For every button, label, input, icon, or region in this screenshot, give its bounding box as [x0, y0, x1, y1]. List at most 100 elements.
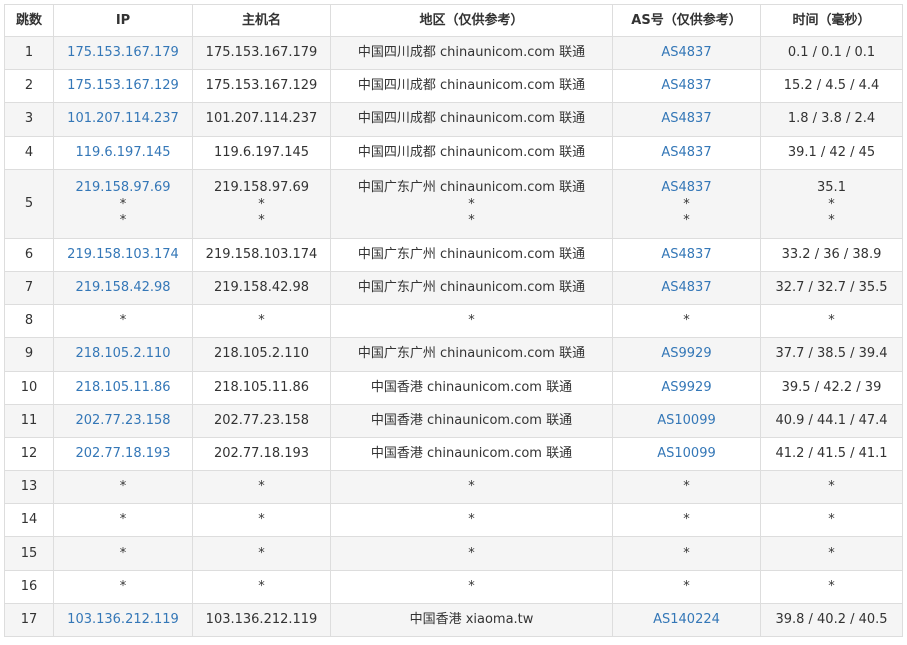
cell-region: 中国四川成都 chinaunicom.com 联通 [330, 35, 613, 71]
hostname-cell: 103.136.212.119 [205, 611, 318, 627]
hop-cell: 2 [24, 78, 34, 94]
header-ip: IP [53, 4, 193, 37]
cell-hop: 14 [4, 503, 54, 538]
cell-hop: 9 [4, 337, 54, 372]
cell-hop: 12 [4, 436, 54, 472]
cell-time: * [760, 536, 903, 571]
ip-link[interactable]: 119.6.197.145 [58, 145, 188, 161]
hop-cell: 1 [24, 45, 34, 61]
empty-hop-marker: * [119, 313, 127, 329]
hop-cell: 15 [20, 545, 38, 561]
region-cell: 中国四川成都 chinaunicom.com 联通 [357, 144, 586, 160]
empty-hop-marker: * [683, 479, 690, 495]
cell-asn: AS10099 [612, 436, 761, 472]
cell-time: 33.2 / 36 / 38.9 [760, 237, 903, 272]
time-cell: 40.9 / 44.1 / 47.4 [775, 412, 888, 428]
header-asn: AS号（仅供参考） [612, 4, 761, 37]
cell-ip: 119.6.197.145 [53, 135, 193, 170]
asn-link[interactable]: AS4837 [617, 145, 756, 161]
empty-hop-marker: * [468, 545, 475, 561]
region-cell: 中国香港 xiaoma.tw [409, 611, 534, 627]
asn-link[interactable]: AS4837 [617, 180, 756, 196]
empty-hop-marker: * [258, 313, 265, 329]
cell-region: * [330, 304, 613, 339]
region-cell: 中国香港 chinaunicom.com 联通 [370, 379, 573, 395]
ip-link[interactable]: 218.105.2.110 [58, 346, 188, 362]
asn-link[interactable]: AS4837 [617, 247, 756, 263]
cell-region: 中国香港 chinaunicom.com 联通 [330, 403, 613, 438]
time-cell: 1.8 / 3.8 / 2.4 [787, 111, 876, 127]
hostname-cell: 219.158.97.69 [213, 179, 310, 195]
asn-link[interactable]: AS4837 [617, 78, 756, 94]
ip-link[interactable]: 103.136.212.119 [58, 612, 188, 628]
hop-cell: 14 [20, 512, 38, 528]
asn-link[interactable]: AS10099 [617, 413, 756, 429]
table-row: 12 202.77.18.193 202.77.18.193 中国香港 chinaun… [4, 436, 903, 472]
hostname-cell: 119.6.197.145 [213, 144, 310, 160]
cell-asn: AS9929 [612, 370, 761, 405]
hostname-cell: 219.158.103.174 [205, 246, 318, 262]
asn-link[interactable]: AS9929 [617, 380, 756, 396]
empty-hop-marker: * [468, 313, 475, 329]
cell-ip: 218.105.11.86 [53, 370, 193, 405]
hostname-cell: 202.77.23.158 [213, 412, 310, 428]
ip-link[interactable]: 219.158.103.174 [58, 247, 188, 263]
cell-time: 0.1 / 0.1 / 0.1 [760, 35, 903, 71]
ip-link[interactable]: 101.207.114.237 [58, 111, 188, 127]
cell-time: 39.1 / 42 / 45 [760, 135, 903, 170]
cell-hop: 7 [4, 270, 54, 306]
timeout-marker: * [258, 196, 265, 212]
empty-hop-marker: * [683, 512, 690, 528]
hop-cell: 7 [24, 280, 34, 296]
cell-ip: 202.77.18.193 [53, 436, 193, 472]
cell-hop: 10 [4, 370, 54, 405]
cell-region: 中国广东广州 chinaunicom.com 联通 [330, 237, 613, 272]
table-row: 8 * * * * * [4, 304, 903, 339]
cell-hop: 5 [4, 168, 54, 239]
cell-region: 中国四川成都 chinaunicom.com 联通 [330, 135, 613, 170]
region-cell: 中国广东广州 chinaunicom.com 联通 [357, 280, 586, 296]
asn-link[interactable]: AS4837 [617, 111, 756, 127]
empty-hop-marker: * [468, 512, 475, 528]
empty-hop-marker: * [258, 578, 265, 594]
asn-link[interactable]: AS10099 [617, 446, 756, 462]
empty-hop-marker: * [119, 479, 127, 495]
cell-asn: AS4837 [612, 102, 761, 137]
hostname-cell: 219.158.42.98 [213, 280, 310, 296]
traceroute-panel: 跳数 IP 主机名 地区（仅供参考） AS号（仅供参考） 时间（毫秒） 1 175… [4, 4, 903, 638]
timeout-marker: * [828, 196, 835, 212]
cell-region: 中国香港 xiaoma.tw [330, 602, 613, 638]
cell-hop: 3 [4, 102, 54, 137]
region-cell: 中国香港 chinaunicom.com 联通 [370, 445, 573, 461]
hostname-cell: 202.77.18.193 [213, 445, 310, 461]
empty-hop-marker: * [828, 578, 835, 594]
cell-region: 中国广东广州 chinaunicom.com 联通 [330, 270, 613, 306]
cell-hop: 16 [4, 569, 54, 604]
ip-link[interactable]: 218.105.11.86 [58, 380, 188, 396]
asn-link[interactable]: AS4837 [617, 280, 756, 296]
ip-link[interactable]: 202.77.23.158 [58, 413, 188, 429]
asn-link[interactable]: AS4837 [617, 45, 756, 61]
cell-asn: * [612, 304, 761, 339]
ip-link[interactable]: 219.158.97.69 [58, 180, 188, 196]
hostname-cell: 218.105.2.110 [213, 346, 310, 362]
cell-host: 202.77.23.158 [192, 403, 331, 438]
asn-link[interactable]: AS9929 [617, 346, 756, 362]
ip-link[interactable]: 175.153.167.179 [58, 45, 188, 61]
ip-link[interactable]: 219.158.42.98 [58, 280, 188, 296]
hop-cell: 12 [20, 445, 38, 461]
region-cell: 中国四川成都 chinaunicom.com 联通 [357, 111, 586, 127]
empty-hop-marker: * [683, 578, 690, 594]
ip-link[interactable]: 175.153.167.129 [58, 78, 188, 94]
cell-time: * [760, 503, 903, 538]
cell-time: 15.2 / 4.5 / 4.4 [760, 69, 903, 104]
cell-ip: 175.153.167.129 [53, 69, 193, 104]
cell-host: * [192, 503, 331, 538]
ip-link[interactable]: 202.77.18.193 [58, 446, 188, 462]
time-cell: 35.1 [817, 179, 846, 195]
cell-region: 中国广东广州 chinaunicom.com 联通 [330, 337, 613, 372]
cell-asn: AS10099 [612, 403, 761, 438]
cell-time: 1.8 / 3.8 / 2.4 [760, 102, 903, 137]
asn-link[interactable]: AS140224 [617, 612, 756, 628]
empty-hop-marker: * [258, 479, 265, 495]
